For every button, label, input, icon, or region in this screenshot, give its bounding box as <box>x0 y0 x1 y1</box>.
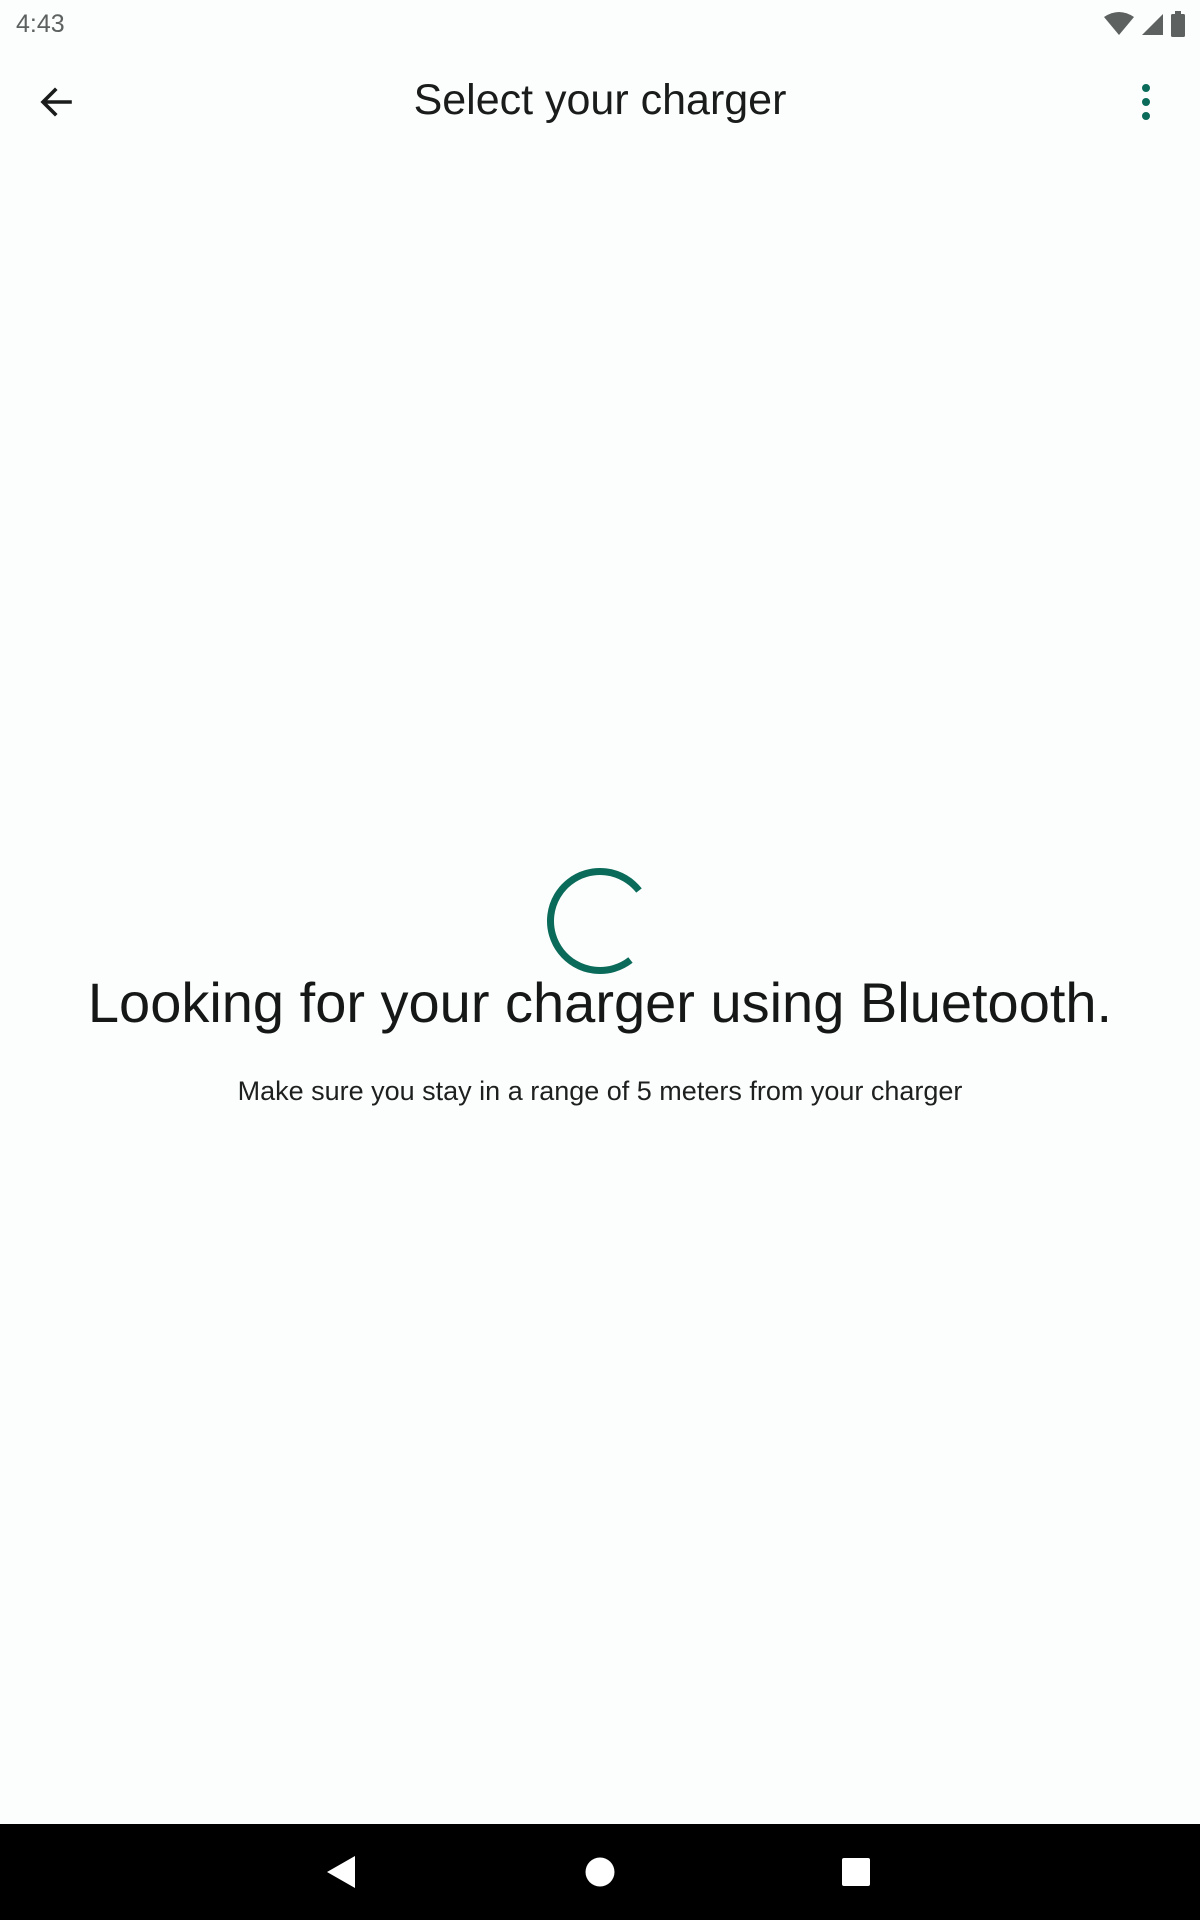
range-hint-text: Make sure you stay in a range of 5 meter… <box>237 1076 963 1106</box>
page-title: Select your charger <box>413 76 787 124</box>
loading-spinner <box>547 868 642 974</box>
cell-signal-icon <box>1142 14 1163 35</box>
system-nav-bar <box>0 1824 1200 1920</box>
wifi-icon <box>1104 12 1134 35</box>
nav-back-icon <box>327 1856 355 1888</box>
battery-icon <box>1171 11 1185 37</box>
more-vertical-icon <box>1142 84 1150 120</box>
nav-home-icon <box>585 1857 615 1887</box>
nav-home-button[interactable] <box>570 1842 630 1902</box>
status-icons <box>1104 11 1186 37</box>
more-options-button[interactable] <box>1114 70 1178 134</box>
nav-recents-button[interactable] <box>826 1842 886 1902</box>
nav-recents-icon <box>842 1858 870 1886</box>
app-bar: Select your charger <box>0 50 1200 156</box>
search-status-headline: Looking for your charger using Bluetooth… <box>87 971 1113 1034</box>
status-bar: 4:43 <box>0 0 1200 50</box>
status-time: 4:43 <box>16 10 65 38</box>
nav-back-button[interactable] <box>312 1842 372 1902</box>
